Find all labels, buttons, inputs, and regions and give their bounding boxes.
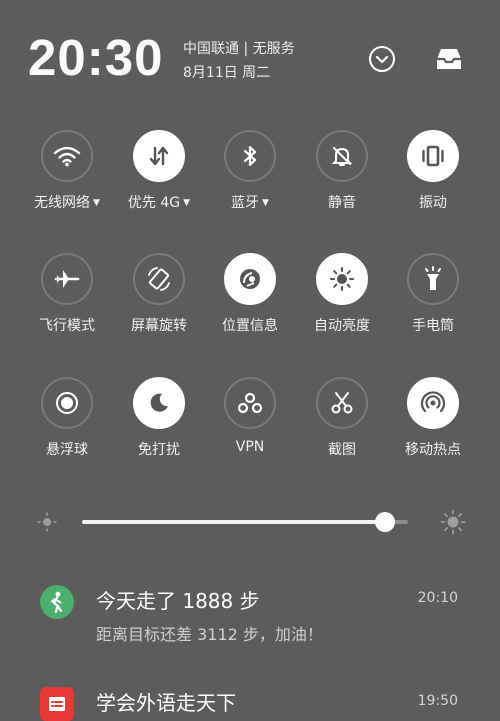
inbox-icon xyxy=(437,49,461,69)
tile-label: 振动 xyxy=(419,195,447,211)
date-label: 8月11日 周二 xyxy=(183,65,271,81)
expand-panel-button[interactable] xyxy=(364,41,400,77)
location-icon xyxy=(237,266,263,292)
rotate-icon xyxy=(146,266,172,292)
app-icon-language xyxy=(40,687,74,721)
brightness-low-icon xyxy=(37,512,57,532)
toggle-button[interactable] xyxy=(41,130,93,182)
clock-time: 20:30 xyxy=(28,29,164,86)
toggle-button[interactable] xyxy=(41,377,93,429)
vibrate-icon xyxy=(420,145,446,167)
brightness-slider-fill xyxy=(82,520,386,524)
walker-icon xyxy=(50,591,63,613)
tile-label: VPN xyxy=(235,439,265,455)
toggle-button[interactable] xyxy=(41,253,93,305)
status-header: 20:30 中国联通 | 无服务 8月11日 周二 xyxy=(0,0,500,110)
toggle-button[interactable] xyxy=(224,130,276,182)
flashlight-icon xyxy=(421,266,445,292)
tile-label: 免打扰 xyxy=(138,442,180,458)
tile-moon[interactable]: 免打扰 xyxy=(113,377,205,459)
tile-rotate[interactable]: 屏幕旋转 xyxy=(113,253,205,335)
notification-time: 19:50 xyxy=(417,693,458,709)
toggle-button[interactable] xyxy=(316,130,368,182)
tile-wifi[interactable]: 无线网络 ▼ xyxy=(21,130,113,212)
notification-title: 学会外语走天下 xyxy=(96,691,236,715)
toggle-button[interactable] xyxy=(224,377,276,429)
list-icon xyxy=(49,697,65,711)
tile-label: 飞行模式 xyxy=(39,318,95,334)
tile-label: 手电筒 xyxy=(412,318,454,334)
data-arrows-icon xyxy=(147,144,171,168)
bluetooth-icon xyxy=(241,144,259,168)
tile-floating-ball[interactable]: 悬浮球 xyxy=(21,377,113,459)
dropdown-caret-icon[interactable]: ▼ xyxy=(93,198,100,208)
tile-label: 优先 4G ▼ xyxy=(127,195,191,211)
toggle-button[interactable] xyxy=(224,253,276,305)
tile-hotspot[interactable]: 移动热点 xyxy=(387,377,479,459)
dropdown-caret-icon[interactable]: ▼ xyxy=(262,198,269,208)
tile-airplane[interactable]: 飞行模式 xyxy=(21,253,113,335)
scissors-icon xyxy=(329,390,355,416)
vpn-icon xyxy=(237,391,263,415)
tile-label: 自动亮度 xyxy=(314,318,370,334)
brightness-high-icon xyxy=(440,509,466,535)
toggle-button[interactable] xyxy=(316,253,368,305)
tile-vpn[interactable]: VPN xyxy=(204,377,296,455)
carrier-status: 中国联通 | 无服务 xyxy=(183,41,295,57)
tile-flashlight[interactable]: 手电筒 xyxy=(387,253,479,335)
moon-icon xyxy=(147,391,171,415)
tile-label: 静音 xyxy=(328,195,356,211)
bell-off-icon xyxy=(330,144,354,168)
toggle-button[interactable] xyxy=(407,130,459,182)
tile-bluetooth[interactable]: 蓝牙 ▼ xyxy=(204,130,296,212)
tile-auto-brightness[interactable]: 自动亮度 xyxy=(296,253,388,335)
tile-label: 截图 xyxy=(328,442,356,458)
tile-label: 无线网络 ▼ xyxy=(34,195,100,211)
tile-label: 位置信息 xyxy=(222,318,278,334)
tile-scissors[interactable]: 截图 xyxy=(296,377,388,459)
toggle-button[interactable] xyxy=(407,253,459,305)
notification-time: 20:10 xyxy=(417,590,458,606)
notification-body: 距离目标还差 3112 步，加油！ xyxy=(96,625,323,644)
chevron-down-icon xyxy=(369,46,395,72)
tile-bell-off[interactable]: 静音 xyxy=(296,130,388,212)
tile-label: 悬浮球 xyxy=(46,442,88,458)
tile-label: 移动热点 xyxy=(405,442,461,458)
wifi-icon xyxy=(53,145,81,167)
auto-brightness-icon xyxy=(329,266,355,292)
notification-tray-button[interactable] xyxy=(431,41,467,77)
notification-language[interactable]: 学会外语走天下 19:50 xyxy=(0,680,500,721)
hotspot-icon xyxy=(420,390,446,416)
tile-data-arrows[interactable]: 优先 4G ▼ xyxy=(113,130,205,212)
toggle-button[interactable] xyxy=(133,253,185,305)
tile-label: 屏幕旋转 xyxy=(131,318,187,334)
airplane-icon xyxy=(54,266,80,292)
floating-ball-icon xyxy=(54,390,80,416)
toggle-button[interactable] xyxy=(407,377,459,429)
notification-steps[interactable]: 今天走了 1888 步 距离目标还差 3112 步，加油！ 20:10 xyxy=(0,578,500,658)
tile-vibrate[interactable]: 振动 xyxy=(387,130,479,212)
brightness-slider-thumb[interactable] xyxy=(375,512,396,532)
dropdown-caret-icon[interactable]: ▼ xyxy=(183,198,190,208)
brightness-slider[interactable] xyxy=(82,520,408,524)
tile-label: 蓝牙 ▼ xyxy=(231,195,269,211)
app-icon-health xyxy=(40,585,74,619)
tile-location[interactable]: 位置信息 xyxy=(204,253,296,335)
toggle-button[interactable] xyxy=(133,377,185,429)
toggle-button[interactable] xyxy=(316,377,368,429)
toggle-button[interactable] xyxy=(133,130,185,182)
notification-title: 今天走了 1888 步 xyxy=(96,589,260,613)
brightness-row xyxy=(0,505,500,541)
